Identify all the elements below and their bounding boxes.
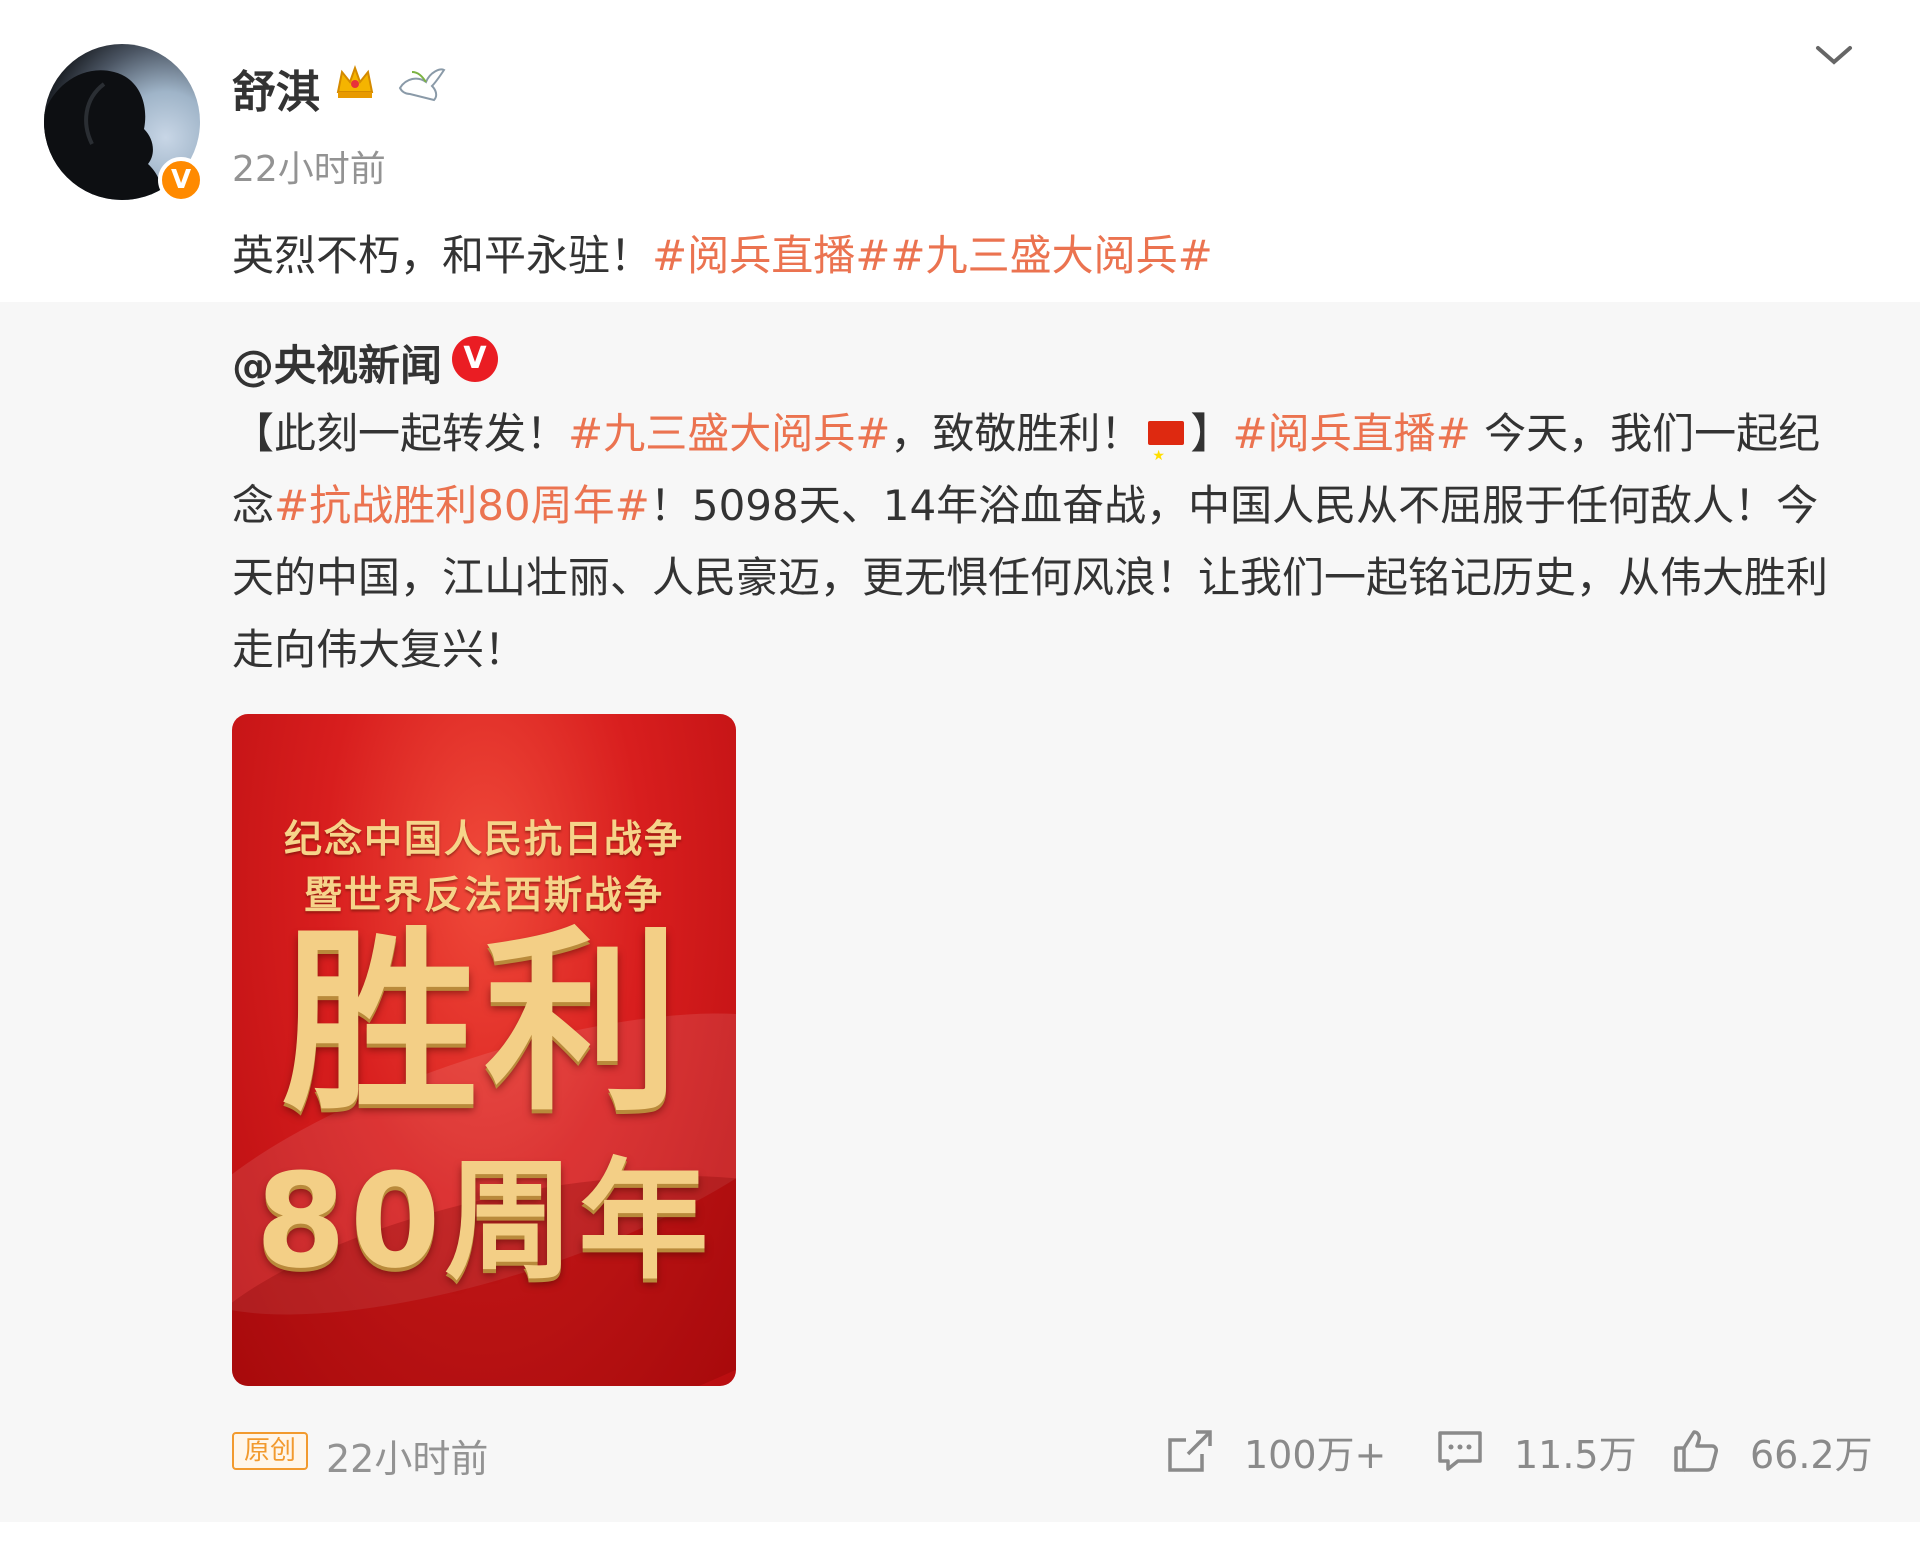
post-text: 英烈不朽，和平永驻！#阅兵直播##九三盛大阅兵# <box>232 222 1213 283</box>
chevron-down-icon[interactable] <box>1814 40 1854 70</box>
like-button[interactable]: 66.2万 <box>1672 1426 1873 1477</box>
poster-title: 胜利 <box>281 910 686 1138</box>
author-name[interactable]: 舒淇 <box>232 56 320 120</box>
poster-line-1: 纪念中国人民抗日战争 <box>283 817 684 861</box>
repost-time: 22小时前 <box>326 1437 489 1481</box>
verified-icon: V <box>452 336 498 382</box>
china-flag-icon <box>1148 420 1185 492</box>
comment-button[interactable]: 11.5万 <box>1436 1426 1637 1477</box>
verified-icon: V <box>158 157 204 203</box>
repost-count: 100万+ <box>1244 1432 1387 1477</box>
hashtag-link[interactable]: #抗战胜利80周年# <box>274 481 650 530</box>
post-time: 22小时前 <box>232 149 386 190</box>
hashtag-link[interactable]: #阅兵直播# <box>1232 409 1470 458</box>
poster-years: 80周年 <box>255 1145 713 1297</box>
like-count: 66.2万 <box>1750 1432 1873 1477</box>
post-hashtags[interactable]: #阅兵直播##九三盛大阅兵# <box>652 231 1213 280</box>
share-icon <box>1168 1430 1212 1472</box>
comment-icon <box>1438 1431 1482 1471</box>
crown-icon <box>336 65 374 98</box>
repost-author[interactable]: @央视新闻 <box>232 332 442 393</box>
thumbs-up-icon <box>1674 1430 1718 1472</box>
repost-button[interactable]: 100万+ <box>1166 1426 1387 1477</box>
post-header: V 舒淇 22小时前 英烈不朽，和平永驻！#阅兵直播##九三盛大阅兵# <box>0 0 1920 302</box>
original-badge: 原创 <box>232 1432 308 1470</box>
repost-text-segment: 【此刻一起转发！ <box>232 409 569 458</box>
poster-image[interactable]: 纪念中国人民抗日战争 暨世界反法西斯战争 胜利 80周年 <box>232 714 736 1386</box>
dove-icon <box>398 68 446 102</box>
repost-text-segment: ，致敬胜利！ <box>890 409 1143 458</box>
post-text-plain: 英烈不朽，和平永驻！ <box>232 231 653 280</box>
repost-text: 【此刻一起转发！#九三盛大阅兵#，致敬胜利！】#阅兵直播# 今天，我们一起纪念#… <box>232 398 1852 686</box>
repost-text-segment: 】 <box>1190 409 1233 458</box>
hashtag-link[interactable]: #九三盛大阅兵# <box>568 409 890 458</box>
comment-count: 11.5万 <box>1514 1432 1637 1477</box>
